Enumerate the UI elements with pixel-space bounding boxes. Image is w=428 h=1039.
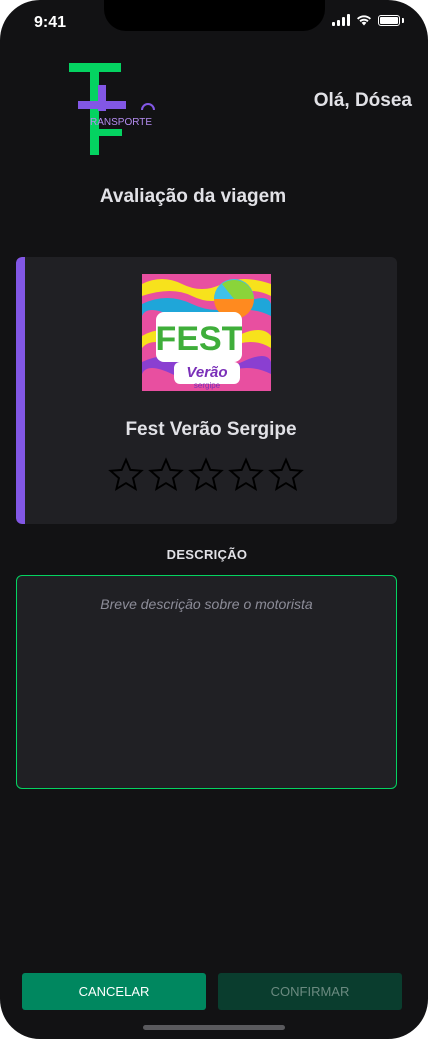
- event-image-title: FEST: [156, 320, 243, 358]
- description-input[interactable]: [16, 575, 397, 789]
- star-icon[interactable]: [148, 456, 184, 494]
- event-image-caption: sergipe: [194, 381, 221, 390]
- event-image: FEST Verão sergipe: [142, 274, 271, 391]
- event-card: FEST Verão sergipe Fest Verão Sergipe: [16, 257, 397, 524]
- description-label: DESCRIÇÃO: [166, 547, 248, 562]
- user-greeting: Olá, Dósea: [313, 90, 412, 111]
- event-image-subtitle: Verão: [186, 364, 227, 381]
- confirm-button[interactable]: CONFIRMAR: [218, 973, 402, 1010]
- app-screen: 9:41 RANSPORTE Olá, Dósea Avaliação da v…: [0, 0, 428, 1039]
- status-icons: [332, 14, 404, 26]
- signal-icon: [332, 14, 350, 26]
- status-time: 9:41: [34, 14, 67, 31]
- star-icon[interactable]: [188, 456, 224, 494]
- home-indicator: [143, 1025, 285, 1030]
- star-icon[interactable]: [108, 456, 144, 494]
- device-notch: [104, 0, 325, 31]
- star-icon[interactable]: [268, 456, 304, 494]
- battery-icon: [378, 14, 400, 26]
- battery-tip: [402, 17, 404, 23]
- star-icon[interactable]: [228, 456, 264, 494]
- app-logo: RANSPORTE: [69, 63, 155, 155]
- page-title: Avaliação da viagem: [99, 186, 287, 207]
- rating-stars: [108, 456, 304, 494]
- event-name: Fest Verão Sergipe: [125, 419, 297, 440]
- card-accent-bar: [16, 257, 25, 524]
- cancel-button[interactable]: CANCELAR: [22, 973, 206, 1010]
- wifi-icon: [357, 15, 371, 26]
- logo-text: RANSPORTE: [90, 117, 152, 128]
